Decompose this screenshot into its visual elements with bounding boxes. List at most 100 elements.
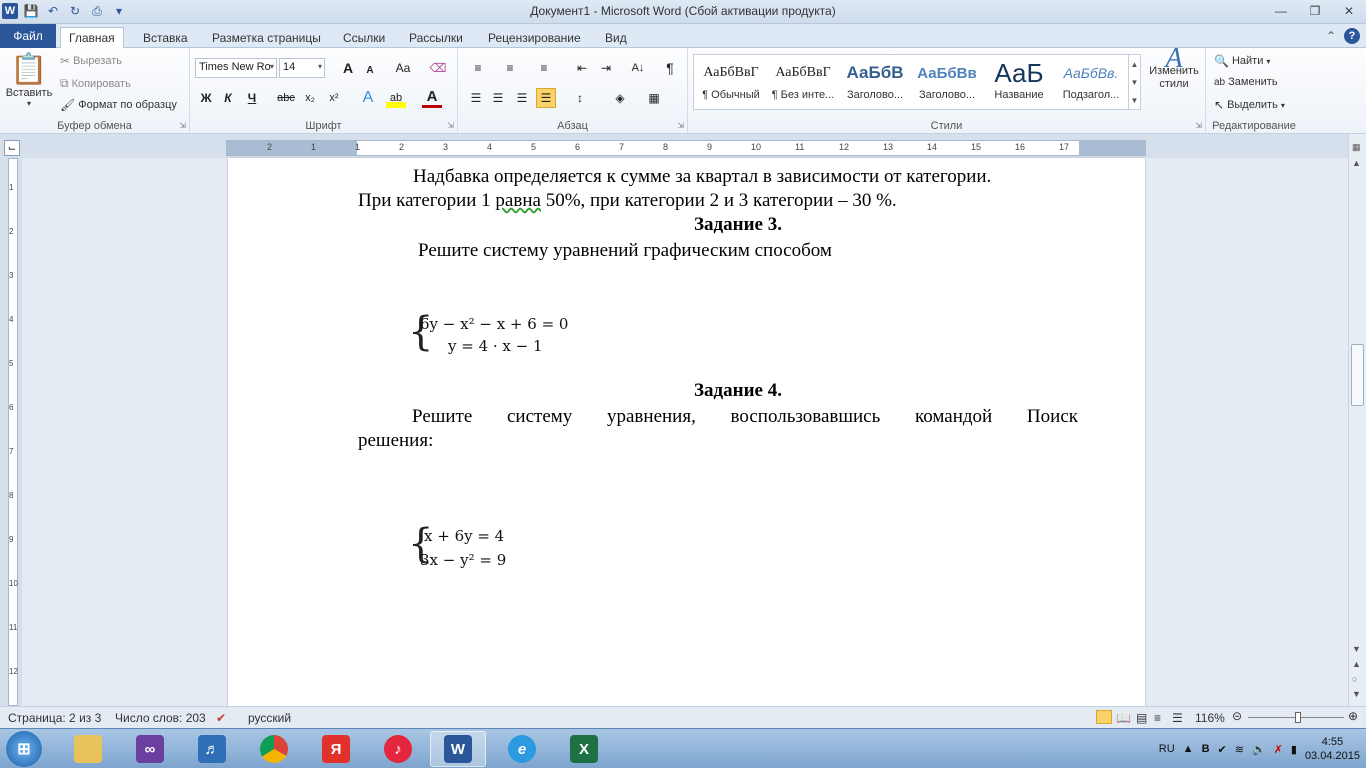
tab-insert[interactable]: Вставка <box>135 27 196 48</box>
font-name-combo[interactable]: Times New Ro ▾ <box>195 58 277 78</box>
tab-page-layout[interactable]: Разметка страницы <box>204 27 329 48</box>
tab-review[interactable]: Рецензирование <box>480 27 589 48</box>
highlight-button[interactable]: ab <box>386 88 406 108</box>
format-painter-button[interactable]: 🖌 Формат по образцу <box>60 98 177 112</box>
volume-icon[interactable]: 🔊 <box>1252 743 1266 756</box>
strikethrough-button[interactable]: abc <box>276 88 296 108</box>
subscript-button[interactable]: x₂ <box>300 88 320 108</box>
vertical-ruler[interactable]: 1 2 3 4 5 6 7 8 9 10 11 12 <box>8 158 18 706</box>
tab-view[interactable]: Вид <box>597 27 635 48</box>
show-hidden-icons-icon[interactable]: ▲ <box>1183 743 1194 755</box>
paste-button[interactable]: 📋 Вставить ▾ <box>6 52 53 108</box>
grow-font-button[interactable]: A <box>338 58 358 78</box>
zoom-in-icon[interactable]: ⊕ <box>1348 709 1358 723</box>
draft-icon[interactable]: ☰ <box>1172 711 1183 725</box>
media-player-taskbar-icon[interactable]: ♬ <box>184 731 240 767</box>
previous-page-icon[interactable]: ▲ <box>1352 659 1361 669</box>
horizontal-ruler[interactable]: 2 1 1 2 3 4 5 6 7 8 9 10 11 12 13 14 15 16 17 <box>226 140 1146 156</box>
close-button[interactable]: ✕ <box>1332 0 1366 22</box>
scroll-down-icon[interactable]: ▼ <box>1131 78 1139 87</box>
page-counter[interactable]: Страница: 2 из 3 <box>8 711 101 725</box>
style-no-spacing[interactable]: АаБбВвГ ¶ Без инте... <box>768 57 838 107</box>
print-layout-icon[interactable] <box>1096 710 1112 724</box>
decrease-indent-icon[interactable]: ⇤ <box>572 58 592 78</box>
scroll-up-icon[interactable]: ▲ <box>1131 60 1139 69</box>
excel-taskbar-icon[interactable]: X <box>556 731 612 767</box>
chrome-taskbar-icon[interactable] <box>246 731 302 767</box>
help-icon[interactable]: ? <box>1344 28 1360 44</box>
show-formatting-button[interactable]: ¶ <box>660 58 680 78</box>
align-center-icon[interactable]: ☰ <box>488 88 508 108</box>
yandex-taskbar-icon[interactable]: Я <box>308 731 364 767</box>
style-subtitle[interactable]: АаБбВв. Подзагол... <box>1056 57 1126 107</box>
italic-button[interactable]: К <box>218 88 238 108</box>
style-title[interactable]: АаБ Название <box>984 57 1054 107</box>
copy-button[interactable]: ⧉ Копировать <box>60 76 131 91</box>
justify-icon[interactable]: ☰ <box>536 88 556 108</box>
multilevel-list-icon[interactable]: ≡ <box>534 58 554 78</box>
dialog-launcher-icon[interactable]: ⇲ <box>1195 121 1202 130</box>
dialog-launcher-icon[interactable]: ⇲ <box>179 121 186 130</box>
numbering-icon[interactable]: ≡ <box>500 58 520 78</box>
web-layout-icon[interactable]: ▤ <box>1136 711 1147 725</box>
superscript-button[interactable]: x² <box>324 88 344 108</box>
change-case-button[interactable]: Aa <box>390 58 416 78</box>
ruler-toggle-icon[interactable]: ▦ <box>1352 142 1361 153</box>
font-color-button[interactable]: A <box>422 88 442 108</box>
align-right-icon[interactable]: ☰ <box>512 88 532 108</box>
full-screen-reading-icon[interactable]: 📖 <box>1116 711 1131 725</box>
vk-icon[interactable]: B <box>1202 743 1210 755</box>
document-page[interactable]: Надбавка определяется к сумме за квартал… <box>228 158 1145 706</box>
browse-object-icon[interactable]: ○ <box>1352 674 1357 684</box>
replace-button[interactable]: ab Заменить <box>1214 76 1278 88</box>
align-left-icon[interactable]: ☰ <box>466 88 486 108</box>
dialog-launcher-icon[interactable]: ⇲ <box>677 121 684 130</box>
grammar-flagged-word[interactable]: равна <box>495 190 541 211</box>
borders-icon[interactable]: ▦ <box>644 88 664 108</box>
signal-icon[interactable]: ≋ <box>1235 743 1244 756</box>
restore-button[interactable]: ❐ <box>1298 0 1332 22</box>
underline-button[interactable]: Ч <box>242 88 262 108</box>
tab-references[interactable]: Ссылки <box>335 27 393 48</box>
language-indicator[interactable]: русский <box>248 711 291 725</box>
proofing-icon[interactable]: ✔ <box>216 711 226 725</box>
tab-file[interactable]: Файл <box>0 24 56 48</box>
scrollbar-thumb[interactable] <box>1351 344 1364 406</box>
dialog-launcher-icon[interactable]: ⇲ <box>447 121 454 130</box>
styles-scrollbar[interactable]: ▲ ▼ ▼ <box>1128 55 1140 109</box>
shading-icon[interactable]: ◈ <box>610 88 630 108</box>
zoom-level[interactable]: 116% <box>1195 711 1225 725</box>
word-taskbar-icon[interactable]: W <box>430 731 486 767</box>
zoom-slider-thumb[interactable] <box>1295 712 1301 723</box>
battery-icon[interactable]: ▮ <box>1291 743 1297 756</box>
word-count[interactable]: Число слов: 203 <box>115 711 206 725</box>
update-check-icon[interactable]: ✔ <box>1218 743 1227 756</box>
increase-indent-icon[interactable]: ⇥ <box>596 58 616 78</box>
ie-taskbar-icon[interactable]: e <box>494 731 550 767</box>
tab-mailings[interactable]: Рассылки <box>401 27 471 48</box>
text-effects-button[interactable]: A <box>358 88 378 108</box>
zoom-out-icon[interactable]: ⊝ <box>1232 709 1242 723</box>
more-styles-icon[interactable]: ▼ <box>1131 96 1139 105</box>
change-styles-button[interactable]: A Изменить стили <box>1146 45 1202 91</box>
scroll-down-icon[interactable]: ▼ <box>1352 644 1361 654</box>
select-button[interactable]: ↖ Выделить ▾ <box>1214 98 1285 112</box>
outline-icon[interactable]: ≡ <box>1154 711 1161 725</box>
tab-home[interactable]: Главная <box>60 27 124 48</box>
next-page-icon[interactable]: ▼ <box>1352 689 1361 699</box>
style-heading-2[interactable]: АаБбВв Заголово... <box>912 57 982 107</box>
bold-button[interactable]: Ж <box>196 88 216 108</box>
style-heading-1[interactable]: АаБбВ Заголово... <box>840 57 910 107</box>
collapse-ribbon-icon[interactable]: ⌃ <box>1326 29 1336 43</box>
language-indicator[interactable]: RU <box>1159 743 1175 755</box>
clock[interactable]: 4:55 03.04.2015 <box>1305 735 1360 763</box>
itunes-taskbar-icon[interactable]: ♪ <box>370 731 426 767</box>
line-spacing-icon[interactable]: ↕ <box>570 88 590 108</box>
font-size-combo[interactable]: 14 ▾ <box>279 58 325 78</box>
cut-button[interactable]: ✂ Вырезать <box>60 54 122 68</box>
shrink-font-button[interactable]: A <box>360 60 380 80</box>
vertical-scrollbar[interactable]: ▦ ▲ ▼ ▲ ○ ▼ <box>1348 134 1366 706</box>
sort-icon[interactable]: A↓ <box>628 58 648 78</box>
start-button[interactable]: ⊞ <box>6 731 42 767</box>
find-button[interactable]: 🔍 Найти ▾ <box>1214 54 1270 68</box>
